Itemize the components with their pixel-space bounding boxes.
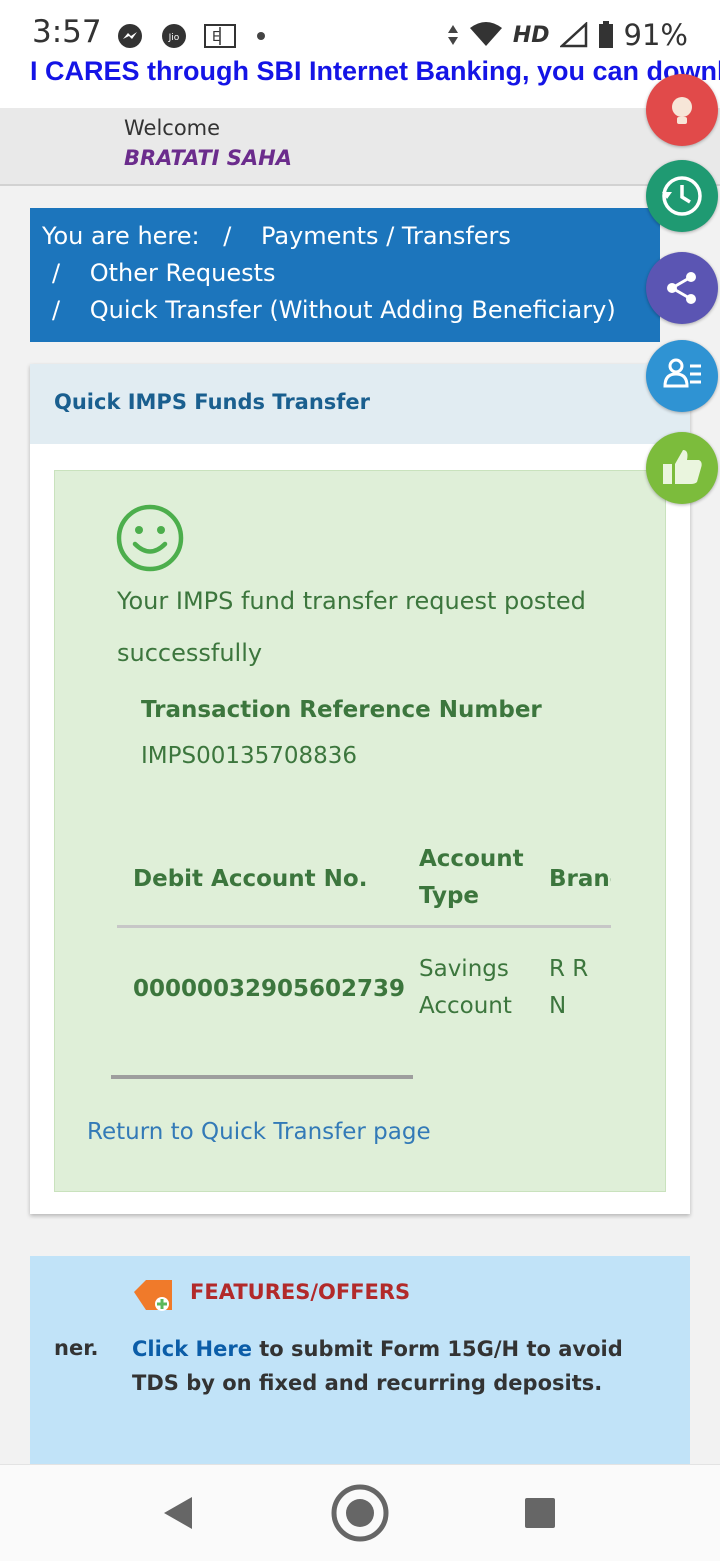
transfer-card: Quick IMPS Funds Transfer Your IMPS fund… — [30, 364, 690, 1214]
debit-account-number: 00000032905602739 — [133, 976, 406, 1002]
features-title: FEATURES/OFFERS — [190, 1280, 411, 1304]
home-icon[interactable] — [330, 1483, 390, 1547]
jio-icon: Jio — [160, 22, 188, 50]
table-header-account-type: Account Type — [419, 846, 524, 909]
breadcrumb-separator: / — [52, 296, 61, 324]
battery-icon — [598, 21, 613, 48]
battery-percent: 91% — [623, 18, 688, 52]
reference-number: IMPS00135708836 — [141, 743, 358, 769]
table-divider — [117, 925, 611, 928]
breadcrumb-separator: / — [52, 259, 61, 287]
account-type-value: Savings Account — [419, 956, 512, 1019]
return-to-quick-transfer-link[interactable]: Return to Quick Transfer page — [87, 1119, 431, 1145]
status-time: 3:57 — [32, 14, 102, 50]
offer-tag-icon — [132, 1278, 176, 1316]
features-left-fragment: ner. — [54, 1336, 99, 1360]
table-header-debit-account: Debit Account No. — [133, 866, 368, 892]
news-marquee: I CARES through SBI Internet Banking, yo… — [0, 52, 720, 108]
branch-value: R R N ROAD — [549, 956, 611, 1031]
welcome-label: Welcome — [124, 116, 221, 140]
breadcrumb-item-other-requests[interactable]: Other Requests — [90, 259, 276, 287]
recents-icon[interactable] — [524, 1497, 556, 1533]
table-header-branch: Branc — [549, 866, 611, 892]
breadcrumb-separator: / — [223, 222, 232, 250]
breadcrumb: You are here: / Payments / Transfers / O… — [30, 208, 660, 342]
success-panel: Your IMPS fund transfer request posted s… — [54, 470, 666, 1192]
network-type: HD — [512, 22, 550, 48]
user-name: BRATATI SAHA — [124, 146, 293, 170]
card-header: Quick IMPS Funds Transfer — [30, 364, 690, 444]
smiley-icon — [115, 503, 185, 577]
dot-icon — [254, 22, 268, 50]
back-icon[interactable] — [160, 1495, 196, 1535]
data-arrows-icon — [447, 25, 458, 45]
features-text: Click Here to submit Form 15G/H to avoid… — [132, 1332, 672, 1400]
reference-label: Transaction Reference Number — [141, 697, 542, 723]
marquee-text: I CARES through SBI Internet Banking, yo… — [30, 56, 720, 86]
navigation-bar — [0, 1464, 720, 1561]
features-panel: FEATURES/OFFERS ner. Click Here to submi… — [30, 1256, 690, 1466]
lightbulb-icon[interactable] — [646, 74, 718, 146]
share-icon[interactable] — [646, 252, 718, 324]
messenger-icon — [116, 22, 144, 50]
svg-text:Jio: Jio — [168, 33, 180, 43]
account-table[interactable]: Debit Account No. Account Type Branc 000… — [117, 831, 611, 1031]
signal-icon — [559, 22, 587, 48]
welcome-bar: Welcome BRATATI SAHA — [0, 108, 720, 186]
profile-list-icon[interactable] — [646, 340, 718, 412]
wifi-icon — [469, 22, 502, 46]
history-clock-icon[interactable] — [646, 160, 718, 232]
breadcrumb-item-quick-transfer[interactable]: Quick Transfer (Without Adding Beneficia… — [90, 296, 616, 324]
click-here-link[interactable]: Click Here — [132, 1337, 252, 1361]
keyboard-icon: E — [204, 22, 236, 50]
breadcrumb-item-payments-transfers[interactable]: Payments / Transfers — [261, 222, 511, 250]
table-scrollbar[interactable] — [111, 1075, 413, 1079]
thumbs-up-icon[interactable] — [646, 432, 718, 504]
card-title: Quick IMPS Funds Transfer — [54, 390, 371, 414]
breadcrumb-prefix: You are here: — [42, 222, 200, 250]
svg-text:E: E — [212, 30, 220, 45]
success-message: Your IMPS fund transfer request posted s… — [117, 587, 586, 667]
